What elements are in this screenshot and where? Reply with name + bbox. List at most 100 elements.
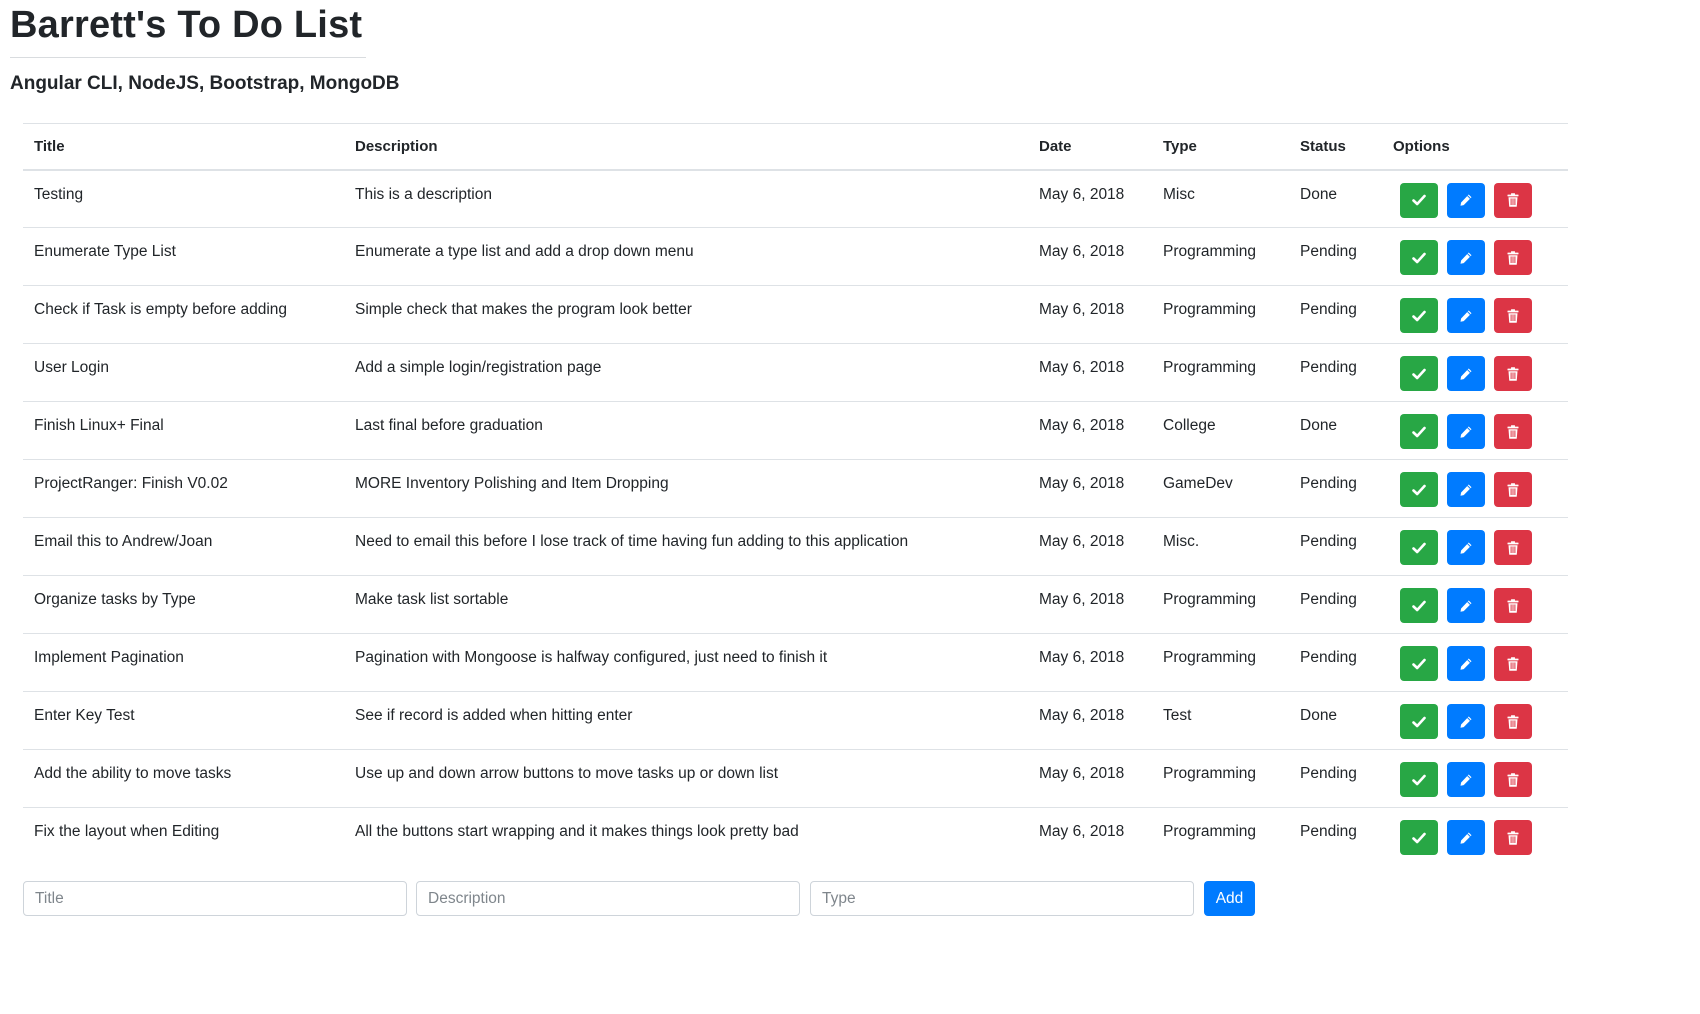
- task-options-cell: [1382, 344, 1568, 402]
- task-type-cell: Programming: [1163, 359, 1257, 376]
- edit-button[interactable]: [1447, 414, 1485, 449]
- task-options-cell: [1382, 750, 1568, 808]
- edit-button[interactable]: [1447, 820, 1485, 855]
- task-date-cell: May 6, 2018: [1039, 591, 1125, 608]
- task-title-cell: Enter Key Test: [34, 707, 135, 724]
- type-input[interactable]: [810, 881, 1194, 916]
- done-button[interactable]: [1400, 704, 1438, 739]
- task-options-cell: [1382, 286, 1568, 344]
- edit-button[interactable]: [1447, 356, 1485, 391]
- column-header-title: Title: [34, 138, 65, 155]
- page: Barrett's To Do List Angular CLI, NodeJS…: [0, 0, 1700, 1014]
- task-title-cell: Email this to Andrew/Joan: [34, 533, 213, 550]
- title-input[interactable]: [23, 881, 407, 916]
- edit-button[interactable]: [1447, 762, 1485, 797]
- task-options-cell: [1382, 692, 1568, 750]
- done-button[interactable]: [1400, 240, 1438, 275]
- task-title-cell: Testing: [34, 185, 84, 203]
- table-row: Enumerate Type List Enumerate a type list…: [23, 228, 1568, 286]
- task-type-cell: Programming: [1163, 823, 1257, 840]
- task-type-cell: College: [1163, 417, 1216, 434]
- task-status-cell: Pending: [1300, 533, 1357, 550]
- task-title-cell: Enumerate Type List: [34, 243, 176, 260]
- task-status-cell: Pending: [1300, 359, 1357, 376]
- done-button[interactable]: [1400, 182, 1438, 218]
- task-type-cell: GameDev: [1163, 475, 1233, 492]
- task-type-cell: Programming: [1163, 649, 1257, 666]
- table-body: Testing This is a description May 6, 2018 M…: [23, 170, 1568, 866]
- done-button[interactable]: [1400, 646, 1438, 681]
- task-description-cell: Enumerate a type list and add a drop dow…: [355, 243, 694, 260]
- table-row: Testing This is a description May 6, 2018 M…: [23, 170, 1568, 228]
- task-status-cell: Pending: [1300, 301, 1357, 318]
- task-status-cell: Pending: [1300, 649, 1357, 666]
- task-date-cell: May 6, 2018: [1039, 823, 1125, 840]
- delete-button[interactable]: [1494, 414, 1532, 449]
- delete-button[interactable]: [1494, 820, 1532, 855]
- delete-button[interactable]: [1494, 704, 1532, 739]
- table-row: Implement Pagination Pagination with Mong…: [23, 634, 1568, 692]
- task-type-cell: Programming: [1163, 301, 1257, 318]
- delete-button[interactable]: [1494, 240, 1532, 275]
- task-status-cell: Pending: [1300, 591, 1357, 608]
- task-date-cell: May 6, 2018: [1039, 533, 1125, 550]
- delete-button[interactable]: [1494, 530, 1532, 565]
- edit-button[interactable]: [1447, 298, 1485, 333]
- edit-button[interactable]: [1447, 182, 1485, 218]
- task-type-cell: Programming: [1163, 765, 1257, 782]
- edit-button[interactable]: [1447, 646, 1485, 681]
- task-title-cell: User Login: [34, 359, 109, 376]
- task-description-cell: This is a description: [355, 185, 492, 203]
- task-options-cell: [1382, 634, 1568, 692]
- table-row: ProjectRanger: Finish V0.02 MORE Inventor…: [23, 460, 1568, 518]
- task-options-cell: [1382, 460, 1568, 518]
- task-title-cell: Implement Pagination: [34, 649, 184, 666]
- task-title-cell: Add the ability to move tasks: [34, 765, 232, 782]
- edit-button[interactable]: [1447, 704, 1485, 739]
- delete-button[interactable]: [1494, 472, 1532, 507]
- delete-button[interactable]: [1494, 646, 1532, 681]
- table-row: Check if Task is empty before adding Simp…: [23, 286, 1568, 344]
- done-button[interactable]: [1400, 356, 1438, 391]
- task-date-cell: May 6, 2018: [1039, 707, 1125, 724]
- done-button[interactable]: [1400, 472, 1438, 507]
- table-row: Organize tasks by Type Make task list sor…: [23, 576, 1568, 634]
- done-button[interactable]: [1400, 530, 1438, 565]
- delete-button[interactable]: [1494, 588, 1532, 623]
- task-date-cell: May 6, 2018: [1039, 301, 1125, 318]
- done-button[interactable]: [1400, 762, 1438, 797]
- task-type-cell: Misc.: [1163, 533, 1200, 550]
- task-options-cell: [1382, 518, 1568, 576]
- delete-button[interactable]: [1494, 356, 1532, 391]
- task-options-cell: [1382, 402, 1568, 460]
- task-title-cell: ProjectRanger: Finish V0.02: [34, 475, 228, 492]
- done-button[interactable]: [1400, 414, 1438, 449]
- edit-button[interactable]: [1447, 240, 1485, 275]
- edit-button[interactable]: [1447, 472, 1485, 507]
- header-row: Title Description Date Type Status Optio…: [23, 123, 1568, 170]
- description-input[interactable]: [416, 881, 800, 916]
- task-status-cell: Pending: [1300, 475, 1357, 492]
- task-description-cell: Last final before graduation: [355, 417, 543, 434]
- title-divider: [10, 57, 366, 58]
- edit-button[interactable]: [1447, 530, 1485, 565]
- task-date-cell: May 6, 2018: [1039, 475, 1125, 492]
- add-button[interactable]: Add: [1204, 881, 1255, 916]
- table-row: User Login Add a simple login/registratio…: [23, 344, 1568, 402]
- delete-button[interactable]: [1494, 298, 1532, 333]
- column-header-description: Description: [355, 138, 438, 155]
- task-description-cell: See if record is added when hitting ente…: [355, 707, 633, 724]
- task-date-cell: May 6, 2018: [1039, 185, 1125, 203]
- delete-button[interactable]: [1494, 762, 1532, 797]
- done-button[interactable]: [1400, 588, 1438, 623]
- task-status-cell: Done: [1300, 707, 1338, 724]
- delete-button[interactable]: [1494, 182, 1532, 218]
- task-date-cell: May 6, 2018: [1039, 417, 1125, 434]
- table-row: Email this to Andrew/Joan Need to email t…: [23, 518, 1568, 576]
- column-header-options: Options: [1393, 138, 1450, 155]
- task-title-cell: Finish Linux+ Final: [34, 417, 164, 434]
- edit-button[interactable]: [1447, 588, 1485, 623]
- done-button[interactable]: [1400, 820, 1438, 855]
- done-button[interactable]: [1400, 298, 1438, 333]
- task-status-cell: Done: [1300, 417, 1338, 434]
